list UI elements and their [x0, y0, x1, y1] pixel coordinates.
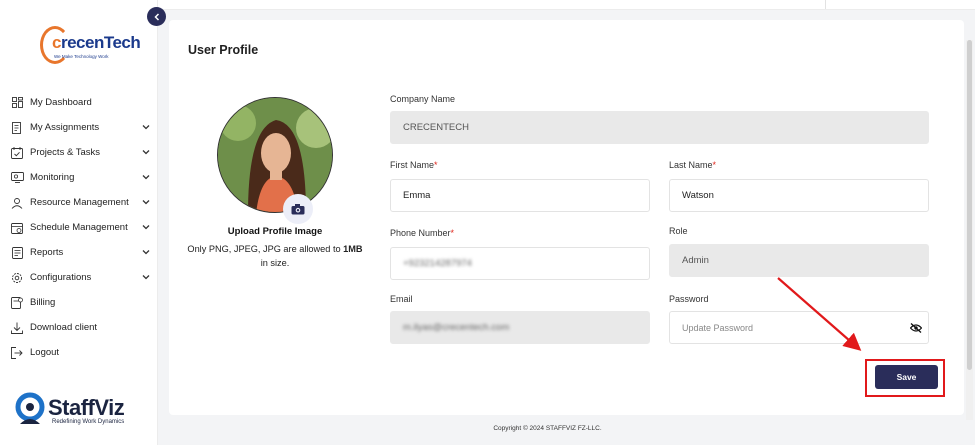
collapse-sidebar-button[interactable] [147, 7, 166, 26]
last-name-field[interactable]: Watson [669, 179, 929, 212]
sidebar-item-monitoring[interactable]: Monitoring [0, 165, 158, 190]
monitor-icon [10, 171, 24, 185]
sidebar-item-schedule-management[interactable]: Schedule Management [0, 215, 158, 240]
sidebar-item-download-client[interactable]: Download client [0, 315, 158, 340]
sidebar-item-projects-tasks[interactable]: Projects & Tasks [0, 140, 158, 165]
staffviz-logo-tagline: Redefining Work Dynamics [52, 419, 125, 425]
chevron-down-icon [142, 250, 150, 255]
sidebar: crecenTech We Make Technology Work My Da… [0, 0, 158, 445]
save-button[interactable]: Save [875, 365, 938, 389]
role-label: Role [669, 226, 688, 236]
staffviz-logo-mark [15, 392, 45, 424]
company-logo: crecenTech We Make Technology Work [40, 24, 141, 66]
page-title: User Profile [188, 43, 259, 57]
sidebar-item-label: Schedule Management [30, 222, 128, 233]
required-marker: * [450, 228, 455, 238]
company-name-label: Company Name [390, 94, 456, 104]
sidebar-item-label: Download client [30, 322, 98, 333]
upload-photo-button[interactable] [283, 194, 313, 224]
staffviz-logo-text: StaffViz [48, 395, 125, 420]
eye-off-icon[interactable] [910, 323, 922, 333]
download-icon [10, 321, 24, 335]
upload-note: Only PNG, JPEG, JPG are allowed to 1MB i… [187, 243, 363, 270]
camera-icon [291, 204, 305, 215]
top-bar-divider [825, 0, 826, 9]
password-label: Password [669, 294, 709, 304]
email-label: Email [390, 294, 413, 304]
billing-icon [10, 296, 24, 310]
last-name-label: Last Name* [669, 160, 717, 170]
role-field: Admin [669, 244, 929, 277]
profile-avatar [217, 97, 333, 213]
company-logo-text: recenTech [60, 33, 141, 52]
sidebar-item-label: Logout [30, 347, 60, 358]
required-marker: * [434, 160, 438, 170]
required-marker: * [712, 160, 717, 170]
upload-note-size: 1MB [343, 244, 363, 254]
sidebar-item-configurations[interactable]: Configurations [0, 265, 158, 290]
dashboard-icon [10, 96, 24, 110]
settings-icon [10, 271, 24, 285]
company-logo-prefix: c [52, 33, 61, 52]
logout-icon [10, 346, 24, 360]
footer-copyright: Copyright © 2024 STAFFVIZ FZ-LLC. [493, 425, 602, 432]
first-name-field[interactable]: Emma [390, 179, 650, 212]
top-bar [158, 0, 975, 10]
chevron-left-icon [153, 12, 159, 21]
schedule-icon [10, 221, 24, 235]
profile-card: User Profile Upload Profile Image Only P… [169, 20, 964, 415]
upload-note-suffix: in size. [260, 257, 290, 268]
report-icon [10, 246, 24, 260]
sidebar-item-label: Projects & Tasks [30, 147, 101, 158]
sidebar-item-my-dashboard[interactable]: My Dashboard [0, 90, 158, 115]
chevron-down-icon [142, 150, 150, 155]
company-name-field: CRECENTECH [390, 111, 929, 144]
sidebar-item-label: My Dashboard [30, 97, 92, 108]
sidebar-item-my-assignments[interactable]: My Assignments [0, 115, 158, 140]
chevron-down-icon [142, 175, 150, 180]
upload-note-text: Only PNG, JPEG, JPG are allowed to [187, 244, 344, 254]
sidebar-item-label: Configurations [30, 272, 92, 283]
sidebar-item-label: Reports [30, 247, 64, 258]
assignments-icon [10, 121, 24, 135]
sidebar-item-billing[interactable]: Billing [0, 290, 158, 315]
chevron-down-icon [142, 275, 150, 280]
sidebar-nav: My Dashboard My Assignments Projects & T… [0, 90, 158, 365]
chevron-down-icon [142, 225, 150, 230]
chevron-down-icon [142, 125, 150, 130]
sidebar-item-resource-management[interactable]: Resource Management [0, 190, 158, 215]
sidebar-item-logout[interactable]: Logout [0, 340, 158, 365]
avatar-image [218, 98, 332, 212]
phone-number-label: Phone Number* [390, 228, 455, 238]
resource-icon [10, 196, 24, 210]
staffviz-logo: StaffViz Redefining Work Dynamics [14, 392, 154, 432]
upload-title: Upload Profile Image [227, 226, 323, 237]
sidebar-item-label: My Assignments [30, 122, 100, 133]
scrollbar-thumb[interactable] [967, 40, 972, 370]
sidebar-item-reports[interactable]: Reports [0, 240, 158, 265]
password-field[interactable]: Update Password [669, 311, 929, 344]
phone-number-field[interactable]: +923214287974 [390, 247, 650, 280]
sidebar-item-label: Resource Management [30, 197, 129, 208]
sidebar-item-label: Monitoring [30, 172, 75, 183]
first-name-label: First Name* [390, 160, 438, 170]
chevron-down-icon [142, 200, 150, 205]
email-field: m.ilyas@crecentech.com [390, 311, 650, 344]
calendar-check-icon [10, 146, 24, 160]
sidebar-item-label: Billing [30, 297, 56, 308]
company-logo-tagline: We Make Technology Work [54, 54, 109, 59]
